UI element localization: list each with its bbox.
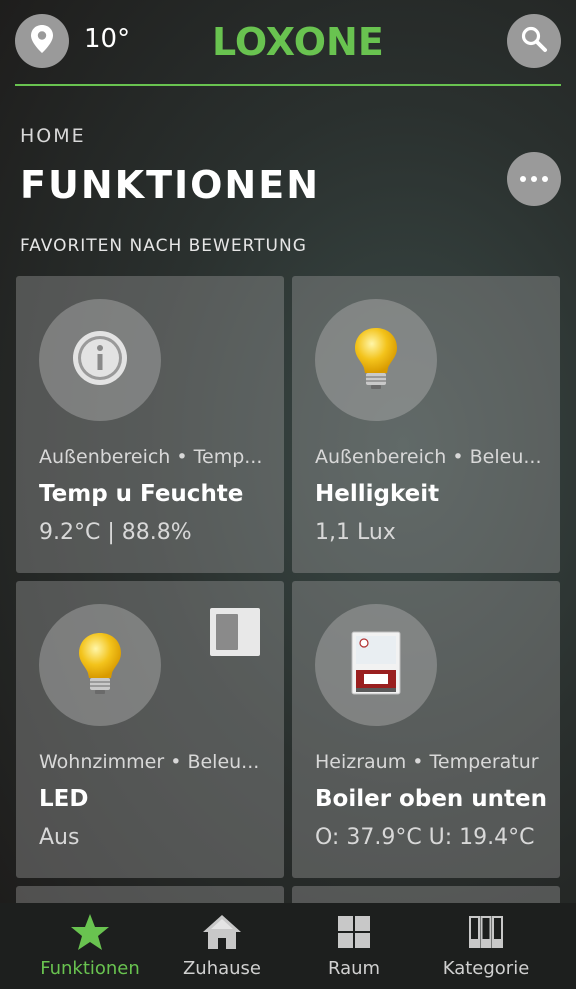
nav-raum[interactable]: Raum <box>282 903 426 989</box>
star-icon <box>18 913 162 951</box>
card-value: O: 37.9°C U: 19.4°C <box>315 825 535 850</box>
grid-icon <box>282 913 426 951</box>
more-dot-icon <box>542 176 548 182</box>
header-divider <box>15 84 561 86</box>
function-card-temp-feuchte[interactable]: Außenbereich • Temp... Temp u Feuchte 9.… <box>16 276 284 573</box>
outdoor-temperature: 10° <box>84 24 131 54</box>
more-options-button[interactable] <box>507 152 561 206</box>
card-icon-circle <box>315 604 437 726</box>
location-button[interactable] <box>15 14 69 68</box>
function-card-helligkeit[interactable]: Außenbereich • Beleu... Helligkeit 1,1 L… <box>292 276 560 573</box>
top-bar: 10° LOXONE <box>0 0 576 86</box>
info-icon <box>70 328 130 392</box>
light-bulb-icon <box>75 631 125 699</box>
page-title: FUNKTIONEN <box>20 163 320 207</box>
boiler-icon <box>350 630 402 700</box>
search-button[interactable] <box>507 14 561 68</box>
more-dot-icon <box>531 176 537 182</box>
location-pin-icon <box>29 24 55 58</box>
nav-zuhause[interactable]: Zuhause <box>150 903 294 989</box>
section-title: FAVORITEN NACH BEWERTUNG <box>20 236 307 256</box>
card-value: 9.2°C | 88.8% <box>39 520 192 545</box>
card-title: Helligkeit <box>315 481 440 507</box>
nav-label: Zuhause <box>182 958 262 979</box>
toggle-switch-icon[interactable] <box>210 608 260 656</box>
loxone-logo: LOXONE <box>212 20 384 64</box>
nav-kategorie[interactable]: Kategorie <box>414 903 558 989</box>
columns-icon <box>414 913 558 951</box>
more-dot-icon <box>520 176 526 182</box>
card-icon-circle <box>315 299 437 421</box>
card-subtitle: Wohnzimmer • Beleu... <box>39 751 260 773</box>
card-subtitle: Außenbereich • Beleu... <box>315 446 542 468</box>
card-title: Boiler oben unten <box>315 786 548 812</box>
search-icon <box>520 25 548 57</box>
house-icon <box>150 913 294 951</box>
breadcrumb[interactable]: HOME <box>20 125 86 147</box>
card-title: LED <box>39 786 89 812</box>
card-value: Aus <box>39 825 80 850</box>
card-value: 1,1 Lux <box>315 520 396 545</box>
bottom-navigation: Funktionen Zuhause Raum Kategorie <box>0 903 576 989</box>
function-card-boiler[interactable]: Heizraum • Temperatur Boiler oben unten … <box>292 581 560 878</box>
card-icon-circle <box>39 604 161 726</box>
card-icon-circle <box>39 299 161 421</box>
switch-paddle <box>216 614 238 650</box>
card-subtitle: Heizraum • Temperatur <box>315 751 539 773</box>
nav-label: Funktionen <box>40 958 140 979</box>
card-subtitle: Außenbereich • Temp... <box>39 446 263 468</box>
nav-label: Raum <box>327 958 381 979</box>
nav-funktionen[interactable]: Funktionen <box>18 903 162 989</box>
function-card-led[interactable]: Wohnzimmer • Beleu... LED Aus <box>16 581 284 878</box>
card-title: Temp u Feuchte <box>39 481 244 507</box>
nav-label: Kategorie <box>442 958 530 979</box>
light-bulb-icon <box>351 326 401 394</box>
